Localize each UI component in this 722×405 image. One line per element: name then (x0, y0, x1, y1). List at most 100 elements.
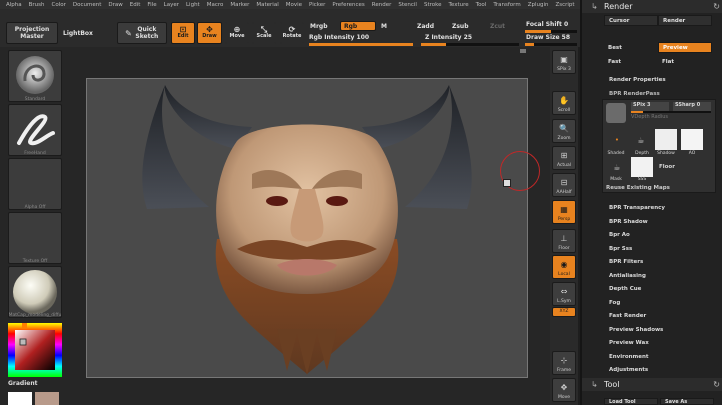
spix-slider[interactable]: SPix 3 (631, 102, 669, 111)
menu-picker[interactable]: Picker (309, 2, 325, 8)
local-button[interactable]: ◉ Local (552, 255, 576, 279)
refresh-icon[interactable]: ↻ (713, 2, 720, 11)
ao-pass-swatch[interactable] (681, 129, 703, 150)
persp-button[interactable]: ▦ Persp (552, 200, 576, 224)
menu-edit[interactable]: Edit (130, 2, 141, 8)
rgb-button[interactable]: Rgb (340, 21, 376, 31)
z-intensity-track[interactable] (421, 43, 519, 46)
move-button[interactable]: ⊕ Move (225, 22, 249, 44)
tool-refresh-icon[interactable]: ↻ (713, 380, 720, 389)
standard-brush-button[interactable] (8, 50, 62, 102)
submenu-bpr-filters[interactable]: BPR Filters (609, 259, 721, 265)
best-render-button[interactable]: Best (604, 42, 658, 53)
freehand-stroke-button[interactable] (8, 104, 62, 156)
ssharp-slider[interactable]: SSharp 0 (673, 102, 711, 111)
menu-render[interactable]: Render (372, 2, 392, 8)
menu-brush[interactable]: Brush (29, 2, 45, 8)
menu-texture[interactable]: Texture (449, 2, 469, 8)
zadd-button[interactable]: Zadd (417, 23, 434, 30)
shaded-pass-icon[interactable]: • (607, 130, 627, 150)
scroll-button[interactable]: ✋ Scroll (552, 91, 576, 115)
menu-zplugin[interactable]: Zplugin (528, 2, 549, 8)
submenu-adjustments[interactable]: Adjustments (609, 367, 721, 373)
floor-pass-label[interactable]: Floor (659, 164, 675, 170)
menu-light[interactable]: Light (186, 2, 200, 8)
color-wheel[interactable] (8, 323, 62, 377)
menu-color[interactable]: Color (52, 2, 66, 8)
frame-button[interactable]: ⊹ Frame (552, 351, 576, 375)
draw-button[interactable]: ✥ Draw (197, 22, 222, 44)
document-canvas[interactable] (86, 78, 540, 378)
xyz-button[interactable]: XYZ (552, 307, 576, 317)
material-button[interactable] (8, 266, 62, 318)
zsub-button[interactable]: Zsub (452, 23, 469, 30)
render-properties-menu[interactable]: Render Properties (609, 77, 666, 83)
z-intensity-slider[interactable]: Z Intensity 25 (425, 34, 472, 41)
menu-file[interactable]: File (147, 2, 156, 8)
lightbox-button[interactable]: LightBox (63, 30, 93, 37)
texture-button[interactable] (8, 212, 62, 264)
submenu-depth-cue[interactable]: Depth Cue (609, 286, 721, 292)
secondary-color-swatch[interactable] (35, 392, 59, 405)
quick-sketch-button[interactable]: ✎ Quick Sketch (117, 22, 167, 44)
submenu-bpr-shadow[interactable]: BPR Shadow (609, 219, 721, 225)
depth-pass-icon[interactable]: ☕ (631, 130, 651, 150)
tool-palette-header[interactable]: ↳ Tool ↻ (582, 378, 722, 391)
menu-material[interactable]: Material (256, 2, 278, 8)
alpha-button[interactable] (8, 158, 62, 210)
m-button[interactable]: M (381, 23, 387, 30)
flat-render-button[interactable]: Flat (658, 56, 712, 67)
mask-pass-icon[interactable]: ☕ (607, 158, 627, 176)
draw-size-slider[interactable]: Draw Size 58 (526, 34, 570, 41)
save-as-button[interactable]: Save As (660, 398, 714, 405)
focal-shift-track[interactable] (525, 30, 577, 33)
render-button[interactable]: Render (658, 15, 712, 26)
rgb-intensity-track[interactable] (309, 43, 413, 46)
color-picker[interactable] (8, 323, 62, 377)
load-tool-button[interactable]: Load Tool (604, 398, 658, 405)
reuse-maps-toggle[interactable]: Reuse Existing Maps (606, 185, 670, 191)
submenu-bpr-transparency[interactable]: BPR Transparency (609, 205, 721, 211)
fast-render-button[interactable]: Fast (604, 56, 658, 67)
menu-alpha[interactable]: Alpha (6, 2, 22, 8)
spix-track[interactable] (631, 111, 711, 113)
aahalf-button[interactable]: ⊟ AAHalf (552, 173, 576, 197)
render-palette-header[interactable]: ↳ Render ↻ (582, 0, 722, 13)
draw-size-track[interactable] (525, 43, 577, 46)
submenu-preview-wax[interactable]: Preview Wax (609, 340, 721, 346)
menu-stencil[interactable]: Stencil (398, 2, 417, 8)
submenu-antialiasing[interactable]: Antialiasing (609, 273, 721, 279)
projection-master-button[interactable]: Projection Master (6, 22, 58, 44)
zoom-button[interactable]: 🔍 Zoom (552, 119, 576, 143)
submenu-fast-render[interactable]: Fast Render (609, 313, 721, 319)
focal-shift-slider[interactable]: Focal Shift 0 (526, 21, 568, 28)
menu-movie[interactable]: Movie (286, 2, 302, 8)
rotate-button[interactable]: ⟳ Rotate (280, 22, 304, 44)
menu-zscript[interactable]: Zscript (555, 2, 574, 8)
preview-render-button[interactable]: Preview (658, 42, 712, 53)
sss-pass-swatch[interactable] (631, 157, 653, 177)
menu-macro[interactable]: Macro (207, 2, 224, 8)
menu-transform[interactable]: Transform (493, 2, 520, 8)
mrgb-button[interactable]: Mrgb (310, 23, 328, 30)
bpr-renderpass-menu[interactable]: BPR RenderPass (609, 91, 660, 97)
menu-stroke[interactable]: Stroke (424, 2, 442, 8)
bpr-thumbnail[interactable] (606, 103, 626, 123)
zcut-button[interactable]: Zcut (490, 23, 505, 30)
misc-10-button[interactable] (552, 327, 576, 339)
submenu-bpr-ao[interactable]: Bpr Ao (609, 232, 721, 238)
rgb-intensity-slider[interactable]: Rgb Intensity 100 (309, 34, 369, 41)
l-sym-button[interactable]: ⇔ L.Sym (552, 282, 576, 306)
menu-marker[interactable]: Marker (230, 2, 249, 8)
menu-preferences[interactable]: Preferences (332, 2, 364, 8)
spix-3-button[interactable]: ▣ SPix 3 (552, 50, 576, 74)
menu-draw[interactable]: Draw (108, 2, 122, 8)
menu-document[interactable]: Document (73, 2, 102, 8)
shadow-pass-swatch[interactable] (655, 129, 677, 150)
submenu-environment[interactable]: Environment (609, 354, 721, 360)
menu-layer[interactable]: Layer (164, 2, 179, 8)
edit-button[interactable]: ⊡ Edit (171, 22, 195, 44)
scale-button[interactable]: ⤡ Scale (252, 22, 276, 44)
vdepth-radius-slider[interactable]: VDepth Radius (631, 114, 668, 120)
submenu-fog[interactable]: Fog (609, 300, 721, 306)
